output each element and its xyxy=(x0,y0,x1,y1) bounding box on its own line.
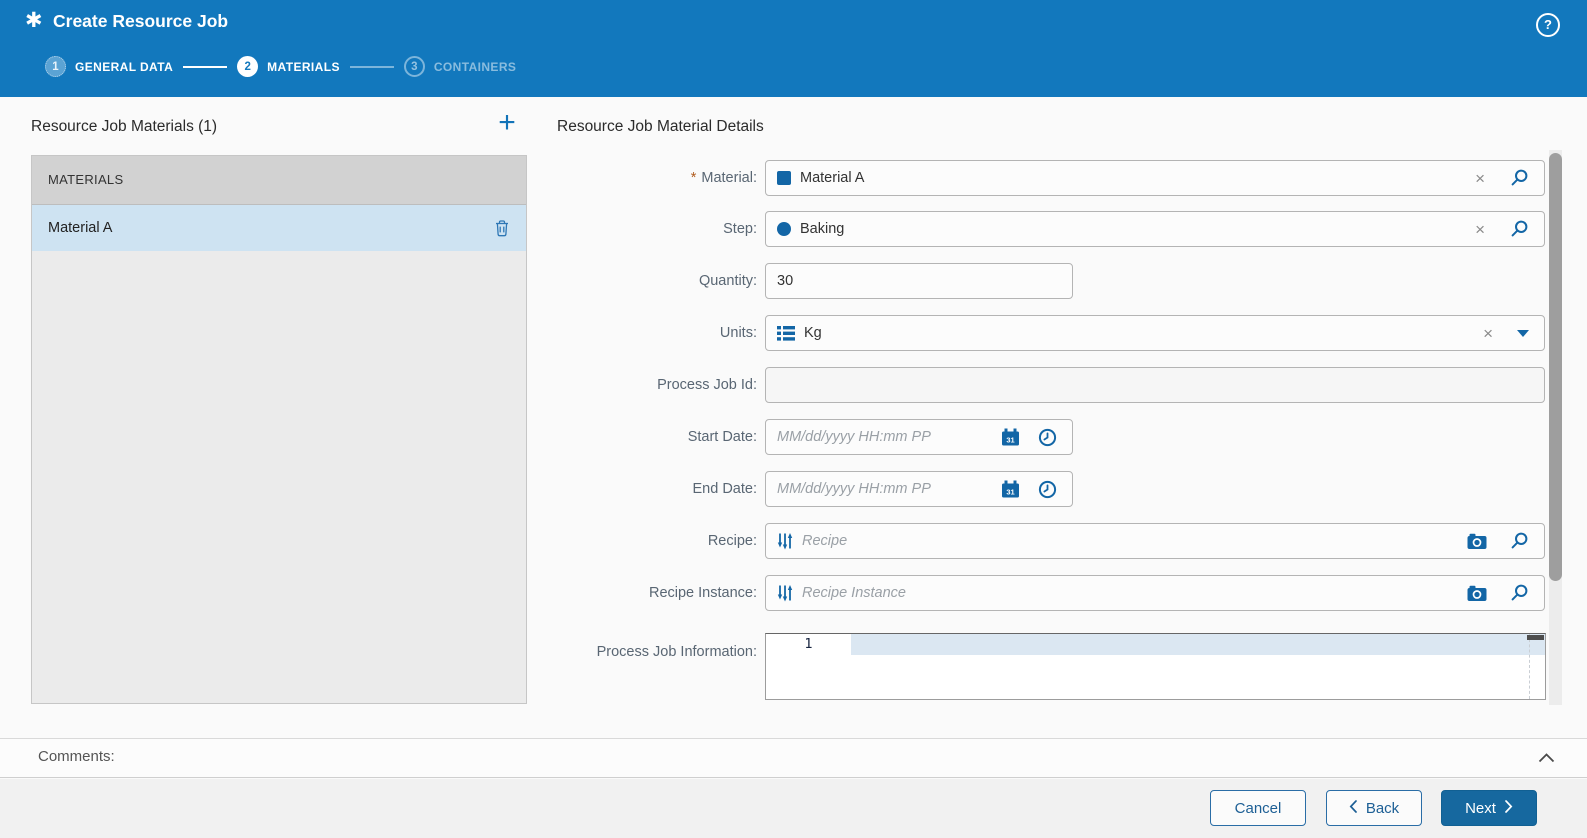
details-scrollbar-thumb[interactable] xyxy=(1549,153,1562,581)
step-type-icon xyxy=(777,222,791,236)
step-general-data[interactable]: 1 GENERAL DATA xyxy=(45,56,173,77)
step-materials[interactable]: 2 MATERIALS xyxy=(237,56,340,77)
step-3-circle: 3 xyxy=(404,56,425,77)
units-label: Units: xyxy=(547,315,757,351)
search-recipe-instance-icon[interactable] xyxy=(1505,583,1533,603)
recipe-instance-placeholder: Recipe Instance xyxy=(802,585,906,601)
process-job-information-label: Process Job Information: xyxy=(547,634,757,670)
material-item-name: Material A xyxy=(48,220,112,236)
material-type-icon xyxy=(777,171,791,185)
step-connector xyxy=(183,66,227,68)
step-containers[interactable]: 3 CONTAINERS xyxy=(404,56,516,77)
search-material-icon[interactable] xyxy=(1505,168,1533,188)
material-input[interactable]: Material A × xyxy=(765,160,1545,196)
step-input[interactable]: Baking × xyxy=(765,211,1545,247)
start-date-input[interactable] xyxy=(777,420,997,454)
step-2-label: MATERIALS xyxy=(267,60,340,74)
recipe-placeholder: Recipe xyxy=(802,533,847,549)
asterisk-app-icon: ✱ xyxy=(25,9,43,33)
materials-list: MATERIALS Material A xyxy=(31,155,527,704)
search-recipe-icon[interactable] xyxy=(1505,531,1533,551)
editor-active-line xyxy=(851,634,1545,655)
recipe-input[interactable]: Recipe xyxy=(765,523,1545,559)
camera-icon[interactable] xyxy=(1463,533,1491,550)
next-button[interactable]: Next xyxy=(1441,790,1537,826)
add-material-button[interactable]: + xyxy=(490,105,524,141)
units-list-icon xyxy=(777,326,795,341)
end-date-label: End Date: xyxy=(547,471,757,507)
step-1-circle: 1 xyxy=(45,56,66,77)
footer-bar: Cancel Back Next xyxy=(0,779,1587,838)
process-job-information-editor[interactable]: 1 xyxy=(765,633,1546,700)
clock-icon[interactable] xyxy=(1034,480,1061,499)
materials-panel-title: Resource Job Materials (1) xyxy=(31,118,217,136)
clear-step-icon[interactable]: × xyxy=(1469,221,1491,238)
process-job-id-input[interactable] xyxy=(777,368,1533,402)
units-dropdown-caret-icon[interactable] xyxy=(1513,330,1533,337)
camera-icon[interactable] xyxy=(1463,585,1491,602)
process-job-id-label: Process Job Id: xyxy=(547,367,757,403)
help-icon[interactable]: ? xyxy=(1536,13,1560,37)
chevron-up-icon[interactable] xyxy=(1538,753,1555,763)
svg-text:31: 31 xyxy=(1006,487,1014,496)
editor-line-number: 1 xyxy=(766,634,851,655)
step-value: Baking xyxy=(800,221,844,237)
clock-icon[interactable] xyxy=(1034,428,1061,447)
header-bar: ✱ Create Resource Job ? 1 GENERAL DATA 2… xyxy=(0,0,1587,97)
step-2-circle: 2 xyxy=(237,56,258,77)
step-1-label: GENERAL DATA xyxy=(75,60,173,74)
back-button[interactable]: Back xyxy=(1326,790,1422,826)
editor-gutter: 1 xyxy=(766,634,851,699)
step-connector xyxy=(350,66,394,68)
chevron-right-icon xyxy=(1505,800,1513,817)
calendar-icon[interactable]: 31 xyxy=(997,480,1024,499)
clear-units-icon[interactable]: × xyxy=(1477,325,1499,342)
materials-column-header: MATERIALS xyxy=(32,156,526,205)
material-label: *Material: xyxy=(547,160,757,196)
quantity-label: Quantity: xyxy=(547,263,757,299)
material-value: Material A xyxy=(800,170,864,186)
end-date-input[interactable] xyxy=(777,472,997,506)
step-3-label: CONTAINERS xyxy=(434,60,516,74)
create-resource-job-dialog: ✱ Create Resource Job ? 1 GENERAL DATA 2… xyxy=(0,0,1587,838)
chevron-left-icon xyxy=(1349,800,1357,817)
recipe-instance-input[interactable]: Recipe Instance xyxy=(765,575,1545,611)
svg-text:31: 31 xyxy=(1006,435,1014,444)
recipe-instance-label: Recipe Instance: xyxy=(547,575,757,611)
details-panel-title: Resource Job Material Details xyxy=(557,118,764,136)
comments-label: Comments: xyxy=(38,748,115,765)
delete-material-icon[interactable] xyxy=(494,219,510,237)
calendar-icon[interactable]: 31 xyxy=(997,428,1024,447)
editor-scrollbar-thumb[interactable] xyxy=(1527,635,1544,640)
editor-print-margin xyxy=(1529,634,1530,699)
units-value: Kg xyxy=(804,325,822,341)
required-asterisk: * xyxy=(691,170,697,186)
recipe-instance-sliders-icon xyxy=(777,584,793,602)
units-input[interactable]: Kg × xyxy=(765,315,1545,351)
recipe-sliders-icon xyxy=(777,532,793,550)
quantity-input[interactable] xyxy=(777,264,1061,298)
material-list-item[interactable]: Material A xyxy=(32,205,526,251)
end-date-field: 31 xyxy=(765,471,1073,507)
details-scrollbar-track[interactable] xyxy=(1549,150,1562,705)
search-step-icon[interactable] xyxy=(1505,219,1533,239)
quantity-field xyxy=(765,263,1073,299)
step-label: Step: xyxy=(547,211,757,247)
comments-bar: Comments: xyxy=(0,738,1587,778)
start-date-field: 31 xyxy=(765,419,1073,455)
process-job-id-field xyxy=(765,367,1545,403)
recipe-label: Recipe: xyxy=(547,523,757,559)
start-date-label: Start Date: xyxy=(547,419,757,455)
cancel-button[interactable]: Cancel xyxy=(1210,790,1306,826)
clear-material-icon[interactable]: × xyxy=(1469,170,1491,187)
wizard-stepper: 1 GENERAL DATA 2 MATERIALS 3 CONTAINERS xyxy=(45,56,516,77)
dialog-title: Create Resource Job xyxy=(53,11,228,32)
